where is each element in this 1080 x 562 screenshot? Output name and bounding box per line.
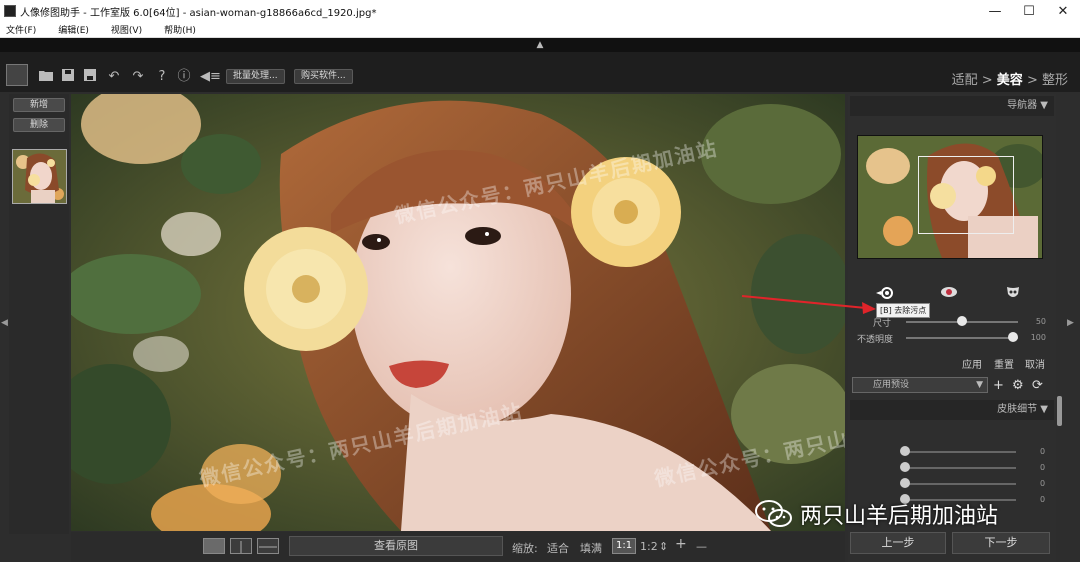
skin-detail-header[interactable]: 皮肤细节 ▼ [850, 400, 1054, 420]
flower-left [244, 227, 368, 351]
zoom-fit-button[interactable]: 适合 [547, 540, 569, 556]
zoom-1-1-button[interactable]: 1:1 [612, 538, 637, 554]
save-as-icon[interactable] [82, 69, 98, 85]
window-controls: — ☐ ✕ [978, 0, 1080, 22]
image-thumbnail[interactable] [12, 149, 67, 204]
undo-icon[interactable]: ↶ [106, 69, 122, 85]
skin-slider-knob[interactable] [900, 478, 910, 488]
reset-button[interactable]: 重置 [994, 356, 1014, 371]
opacity-slider-knob[interactable] [1008, 332, 1018, 342]
split-horizontal-view-button[interactable] [257, 538, 279, 554]
help-icon[interactable]: ? [154, 69, 170, 85]
zoom-fill-button[interactable]: 填满 [580, 540, 602, 556]
thumbnail-column: 新增 删除 [9, 94, 69, 534]
navigator-title: 导航器 [1007, 100, 1038, 111]
dropdown-arrow-icon: ▼ [976, 380, 983, 390]
single-view-button[interactable] [203, 538, 225, 554]
refresh-icon[interactable]: ⟳ [1032, 378, 1043, 393]
buy-software-button[interactable]: 购买软件... [294, 69, 353, 84]
zoom-out-button[interactable]: — [696, 540, 707, 553]
size-value: 50 [1035, 317, 1046, 326]
menu-help[interactable]: 帮助(H) [164, 23, 196, 36]
preset-dropdown[interactable]: 应用预设 ▼ [852, 377, 988, 393]
title-bar: 人像修图助手 - 工作室版 6.0[64位] - asian-woman-g18… [0, 0, 1080, 22]
cancel-button[interactable]: 取消 [1025, 356, 1045, 371]
main-photo-canvas[interactable]: 微信公众号：两只山羊后期加油站 微信公众号：两只山羊后期加油站 微信公众号：两只… [71, 94, 845, 531]
zoom-1-2-button[interactable]: 1:2 [640, 540, 658, 553]
left-panel-toggle-icon[interactable]: ◀ [1, 318, 8, 328]
mask-tool-icon[interactable] [1006, 286, 1020, 304]
skin-detail-title: 皮肤细节 [997, 404, 1038, 415]
next-step-button[interactable]: 下一步 [952, 532, 1050, 554]
right-panel-toggle-icon[interactable]: ▶ [1067, 318, 1074, 328]
skin-value: 0 [1040, 479, 1046, 488]
window-title: 人像修图助手 - 工作室版 6.0[64位] - asian-woman-g18… [20, 7, 377, 19]
brand-text: 两只山羊后期加油站 [800, 504, 999, 529]
zoom-in-button[interactable]: + [675, 536, 687, 552]
delete-image-button[interactable]: 删除 [13, 118, 65, 132]
zoom-stepper-icon[interactable]: ⇕ [659, 540, 668, 553]
view-original-button[interactable]: 查看原图 [289, 536, 503, 556]
skin-slider-knob[interactable] [900, 462, 910, 472]
wechat-icon [754, 499, 794, 529]
crumb-separator: > [981, 73, 993, 88]
annotation-arrow [741, 295, 876, 314]
open-folder-icon[interactable] [38, 69, 54, 85]
collapse-icon[interactable]: ▼ [1040, 100, 1048, 111]
toolbar: ↶ ↷ ? ⓘ ◀≡ 批量处理... 购买软件... 适配 > 美容 > 整形 [0, 52, 1080, 92]
zoom-label: 缩放: [512, 542, 538, 555]
right-tools-panel: 导航器 ▼ [B] 去除污点 尺寸 50 不透明度 100 应用 重置 取消 应… [848, 94, 1056, 562]
workflow-breadcrumb: 适配 > 美容 > 整形 [952, 69, 1068, 88]
skin-slider-track[interactable] [906, 467, 1016, 469]
view-bottom-bar: 查看原图 缩放: 适合 填满 1:1 1:2 ⇕ + — [71, 532, 845, 562]
batch-process-button[interactable]: 批量处理... [226, 69, 285, 84]
add-image-button[interactable]: 新增 [13, 98, 65, 112]
skin-value: 0 [1040, 495, 1046, 504]
app-logo [6, 64, 28, 86]
menu-file[interactable]: 文件(F) [6, 23, 36, 36]
app-window: 人像修图助手 - 工作室版 6.0[64位] - asian-woman-g18… [0, 0, 1080, 562]
collapse-icon[interactable]: ▼ [1040, 404, 1048, 415]
brand-watermark: 两只山羊后期加油站 [754, 498, 998, 530]
menu-edit[interactable]: 编辑(E) [58, 23, 89, 36]
crumb-fit[interactable]: 适配 [952, 73, 978, 88]
save-icon[interactable] [60, 69, 76, 85]
right-panel-scrollbar[interactable] [1057, 396, 1062, 426]
navigator-header[interactable]: 导航器 ▼ [850, 96, 1054, 116]
skin-slider-track[interactable] [906, 451, 1016, 453]
redo-icon[interactable]: ↷ [130, 69, 146, 85]
app-logo-icon [4, 5, 16, 17]
skin-slider-track[interactable] [906, 483, 1016, 485]
red-eye-tool-icon[interactable] [940, 286, 958, 302]
crumb-separator: > [1026, 73, 1038, 88]
menu-bar: 文件(F) 编辑(E) 视图(V) 帮助(H) [0, 22, 1080, 38]
skin-value: 0 [1040, 447, 1046, 456]
opacity-label: 不透明度 [857, 335, 894, 345]
minimize-button[interactable]: — [978, 0, 1012, 22]
skin-slider-knob[interactable] [900, 446, 910, 456]
previous-step-button[interactable]: 上一步 [850, 532, 946, 554]
top-collapse-strip[interactable]: ▲ [0, 38, 1080, 52]
apply-button[interactable]: 应用 [962, 356, 982, 371]
opacity-value: 100 [1030, 333, 1046, 342]
navigator-viewport-frame[interactable] [918, 156, 1014, 234]
navigator-preview[interactable] [857, 135, 1043, 259]
preset-label: 应用预设 [873, 380, 910, 390]
skin-value: 0 [1040, 463, 1046, 472]
collapse-up-icon[interactable]: ▲ [537, 40, 544, 50]
menu-view[interactable]: 视图(V) [111, 23, 142, 36]
plugin-icon[interactable]: ◀≡ [200, 69, 221, 85]
add-preset-icon[interactable]: + [993, 378, 1004, 393]
crumb-beauty[interactable]: 美容 [997, 73, 1023, 88]
split-vertical-view-button[interactable] [230, 538, 252, 554]
info-icon[interactable]: ⓘ [176, 69, 192, 85]
opacity-slider-track[interactable] [906, 337, 1018, 339]
close-button[interactable]: ✕ [1046, 0, 1080, 22]
preset-settings-icon[interactable]: ⚙ [1012, 378, 1024, 393]
size-slider-knob[interactable] [957, 316, 967, 326]
crumb-reshape[interactable]: 整形 [1042, 73, 1068, 88]
maximize-button[interactable]: ☐ [1012, 0, 1046, 22]
